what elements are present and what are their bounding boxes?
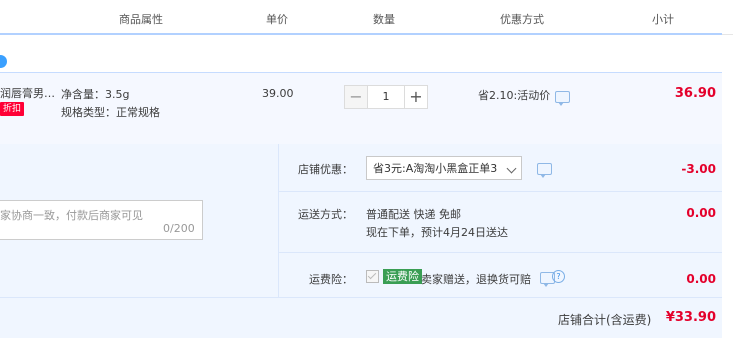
message-counter: 0/200: [163, 222, 195, 235]
divider: [278, 144, 279, 298]
shipping-label: 运送方式：: [298, 208, 353, 221]
chat-icon[interactable]: [537, 163, 552, 178]
quantity-stepper: − 1 +: [344, 85, 428, 109]
divider: [279, 191, 722, 192]
item-subtotal: 36.90: [674, 86, 716, 101]
shop-badge-icon: [0, 55, 7, 68]
insurance-label: 运费险：: [309, 273, 353, 286]
cart-header: 商品属性 单价 数量 优惠方式 小计: [0, 0, 733, 35]
help-icon[interactable]: ?: [552, 270, 565, 283]
header-price: 单价: [266, 13, 288, 26]
shipping-amount: 0.00: [686, 206, 716, 220]
order-summary-panel: [0, 144, 722, 338]
header-promo: 优惠方式: [500, 13, 544, 26]
shop-discount-select[interactable]: 省3元:A淘淘小黑盒正单3: [366, 156, 522, 180]
shop-discount-label: 店铺优惠：: [298, 163, 353, 176]
message-placeholder: 家协商一致，付款后商家可见: [0, 209, 143, 222]
shop-discount-selected: 省3元:A淘淘小黑盒正单3: [373, 162, 498, 175]
shipping-method: 普通配送 快递 免邮: [366, 208, 461, 221]
header-rule: [0, 33, 722, 35]
shop-total-label: 店铺合计(含运费): [558, 313, 652, 327]
qty-plus-button[interactable]: +: [404, 85, 428, 109]
insurance-tag: 运费险: [383, 269, 422, 284]
sku-type: 规格类型：正常规格: [61, 106, 160, 119]
qty-minus-button[interactable]: −: [344, 85, 368, 109]
sku-net-content: 净含量：3.5g: [61, 88, 130, 101]
chevron-down-icon: [506, 163, 517, 174]
header-props: 商品属性: [119, 13, 163, 26]
unit-price: 39.00: [262, 87, 294, 100]
divider: [0, 297, 722, 298]
item-title-link[interactable]: 润唇膏男…: [0, 85, 55, 101]
insurance-amount: 0.00: [686, 272, 716, 286]
shop-total-value: ¥33.90: [665, 310, 716, 325]
qty-input[interactable]: 1: [368, 85, 404, 109]
insurance-desc: 卖家赠送，退换货可赔: [421, 273, 531, 286]
divider: [279, 252, 722, 253]
shop-discount-amount: -3.00: [681, 162, 716, 176]
header-subtotal: 小计: [652, 13, 674, 26]
header-qty: 数量: [373, 13, 395, 26]
shipping-eta: 现在下单，预计4月24日送达: [366, 226, 508, 239]
discount-tag: 折扣: [0, 102, 25, 116]
insurance-checkbox[interactable]: [366, 270, 379, 283]
promo-text: 省2.10:活动价: [478, 89, 551, 102]
chat-icon[interactable]: [555, 91, 570, 106]
